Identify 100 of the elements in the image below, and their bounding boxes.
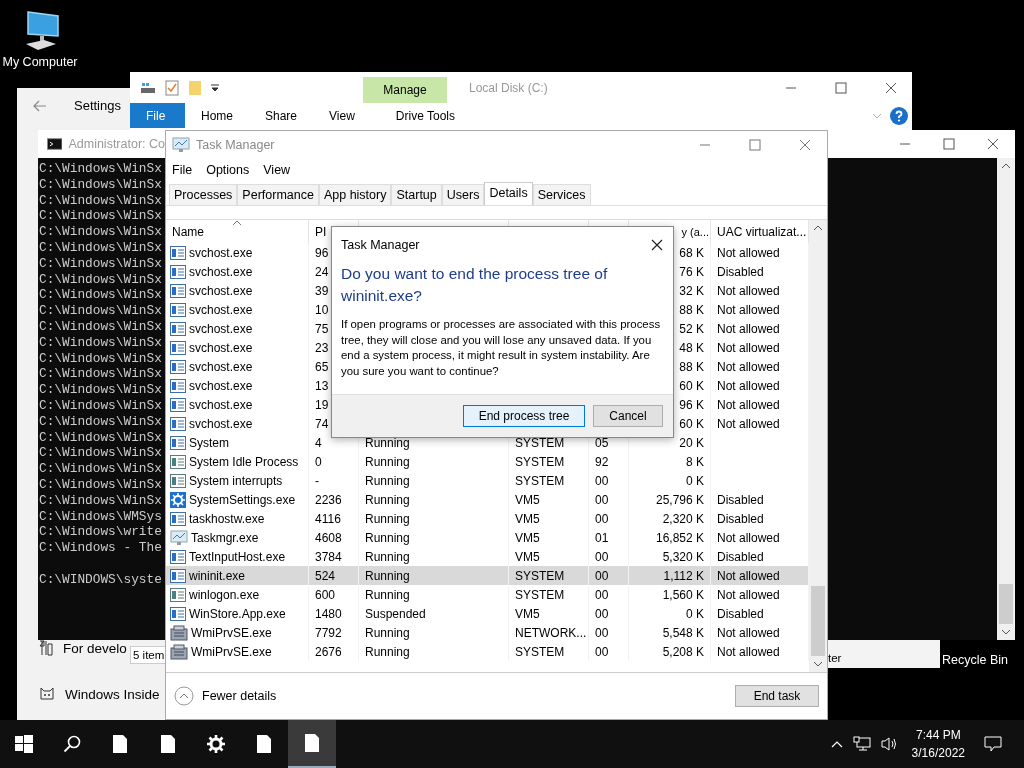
console-line: C:\Windows\WinSx bbox=[38, 176, 163, 193]
process-name[interactable]: WmiPrvSE.exe bbox=[191, 644, 272, 659]
cpu-cell: 00 bbox=[589, 490, 629, 509]
notification-icon[interactable] bbox=[984, 736, 1002, 752]
cancel-button[interactable]: Cancel bbox=[593, 405, 663, 427]
process-name[interactable]: svchost.exe bbox=[189, 378, 253, 393]
process-name[interactable]: Taskmgr.exe bbox=[191, 530, 259, 545]
scrollbar[interactable] bbox=[809, 220, 827, 672]
scroll-thumb[interactable] bbox=[811, 586, 825, 656]
cpu-cell: 92 bbox=[589, 452, 629, 471]
scroll-up-icon[interactable] bbox=[813, 224, 823, 232]
column-header[interactable]: Name bbox=[166, 220, 309, 243]
properties-icon[interactable] bbox=[164, 79, 180, 96]
volume-icon[interactable] bbox=[880, 736, 899, 752]
ribbon-tab[interactable]: Home bbox=[185, 103, 249, 128]
document-taskbar-button[interactable] bbox=[288, 720, 336, 768]
file-tab[interactable]: File bbox=[130, 103, 185, 128]
close-icon[interactable] bbox=[987, 138, 999, 150]
console-line: C:\Windows\WinSx bbox=[38, 208, 163, 225]
settings-link[interactable]: Windows Inside bbox=[65, 686, 160, 702]
process-name[interactable]: svchost.exe bbox=[189, 340, 253, 355]
tab[interactable]: Performance bbox=[237, 184, 319, 205]
cpu-cell: 00 bbox=[589, 623, 629, 642]
process-name[interactable]: svchost.exe bbox=[189, 264, 253, 279]
console-line: C:\Windows\WinSx bbox=[38, 382, 163, 398]
dropdown-icon[interactable] bbox=[210, 82, 220, 93]
help-icon[interactable] bbox=[890, 106, 908, 125]
scroll-thumb[interactable] bbox=[999, 584, 1013, 624]
memory-cell: 5,208 K bbox=[629, 642, 711, 661]
tab[interactable]: Users bbox=[441, 184, 485, 205]
process-name[interactable]: TextInputHost.exe bbox=[189, 549, 286, 564]
status-text: ter bbox=[828, 652, 842, 664]
pid-cell: 2676 bbox=[309, 642, 359, 661]
fewer-details-link[interactable]: Fewer details bbox=[174, 686, 277, 706]
status-cell: Running bbox=[359, 528, 509, 547]
settings-link[interactable]: For develo bbox=[63, 640, 127, 656]
maximize-icon[interactable] bbox=[749, 139, 761, 151]
close-icon[interactable] bbox=[885, 81, 897, 94]
console-line: C:\Windows\WinSx bbox=[38, 492, 163, 509]
console-line: C:\Windows\WinSx bbox=[38, 255, 163, 272]
process-name[interactable]: winlogon.exe bbox=[189, 587, 260, 602]
menu-item[interactable]: Options bbox=[206, 163, 250, 177]
column-header[interactable]: PI bbox=[309, 220, 327, 243]
process-name[interactable]: svchost.exe bbox=[189, 359, 253, 374]
console-line: C:\Windows\WinSx bbox=[38, 366, 163, 383]
tab[interactable]: Services bbox=[532, 184, 591, 205]
end-process-tree-button[interactable]: End process tree bbox=[463, 405, 585, 427]
process-name[interactable]: svchost.exe bbox=[189, 283, 253, 298]
tab[interactable]: Processes bbox=[169, 184, 238, 205]
process-name[interactable]: svchost.exe bbox=[189, 302, 253, 317]
process-name[interactable]: svchost.exe bbox=[189, 245, 253, 260]
tab[interactable]: Details bbox=[484, 182, 533, 205]
scroll-up-icon[interactable] bbox=[1001, 162, 1011, 170]
scroll-down-icon[interactable] bbox=[813, 660, 823, 668]
memory-cell: 5,548 K bbox=[629, 623, 711, 642]
back-arrow-icon[interactable] bbox=[33, 99, 47, 112]
window-icon bbox=[170, 473, 186, 488]
process-name[interactable]: System interrupts bbox=[189, 473, 283, 488]
chevron-up-icon[interactable] bbox=[830, 740, 843, 748]
menu-item[interactable]: View bbox=[263, 163, 291, 177]
process-name[interactable]: svchost.exe bbox=[189, 416, 253, 431]
maximize-icon[interactable] bbox=[835, 81, 847, 94]
process-name[interactable]: svchost.exe bbox=[189, 397, 253, 412]
end-task-button[interactable]: End task bbox=[735, 685, 819, 707]
maximize-icon[interactable] bbox=[943, 138, 955, 150]
scroll-down-icon[interactable] bbox=[1001, 628, 1011, 636]
process-name[interactable]: System bbox=[189, 435, 229, 450]
process-name[interactable]: WinStore.App.exe bbox=[189, 606, 286, 621]
column-header[interactable]: UAC virtualizat... bbox=[711, 220, 809, 243]
process-name[interactable]: WmiPrvSE.exe bbox=[191, 625, 272, 640]
task-manager-icon bbox=[172, 137, 190, 153]
ribbon-tab[interactable]: View bbox=[313, 103, 371, 128]
clock[interactable]: 7:44 PM 3/16/2022 bbox=[911, 726, 965, 762]
ribbon-tab[interactable]: Drive Tools bbox=[383, 103, 467, 128]
drive-icon[interactable] bbox=[140, 80, 156, 95]
column-header[interactable]: y (a... bbox=[675, 220, 711, 243]
tab[interactable]: Startup bbox=[391, 184, 442, 205]
pid-cell: 7792 bbox=[309, 623, 359, 642]
network-icon[interactable] bbox=[852, 736, 871, 752]
contextual-tab-header[interactable]: Manage bbox=[363, 77, 447, 103]
window-icon bbox=[170, 549, 186, 564]
scrollbar[interactable] bbox=[997, 158, 1015, 640]
status-cell: Running bbox=[359, 585, 509, 604]
process-name[interactable]: taskhostw.exe bbox=[189, 511, 265, 526]
chevron-circle-icon bbox=[174, 686, 194, 706]
menu-item[interactable]: File bbox=[172, 163, 193, 177]
window-icon bbox=[170, 378, 186, 393]
desktop-icon-label[interactable]: My Computer bbox=[2, 55, 78, 69]
process-name[interactable]: svchost.exe bbox=[189, 321, 253, 336]
tab[interactable]: App history bbox=[318, 184, 392, 205]
close-icon[interactable] bbox=[651, 239, 663, 251]
process-name[interactable]: SystemSettings.exe bbox=[189, 492, 296, 507]
desktop-icon-label[interactable]: Recycle Bin bbox=[942, 653, 1008, 667]
time-text: 7:44 PM bbox=[915, 727, 961, 744]
status-cell: Running bbox=[359, 623, 509, 642]
process-name[interactable]: System Idle Process bbox=[189, 454, 299, 469]
window-icon bbox=[170, 245, 186, 260]
console-prompt[interactable]: C:\WINDOWS\syste bbox=[38, 571, 165, 588]
ribbon-tab[interactable]: Share bbox=[249, 103, 314, 128]
window-icon bbox=[170, 397, 186, 412]
